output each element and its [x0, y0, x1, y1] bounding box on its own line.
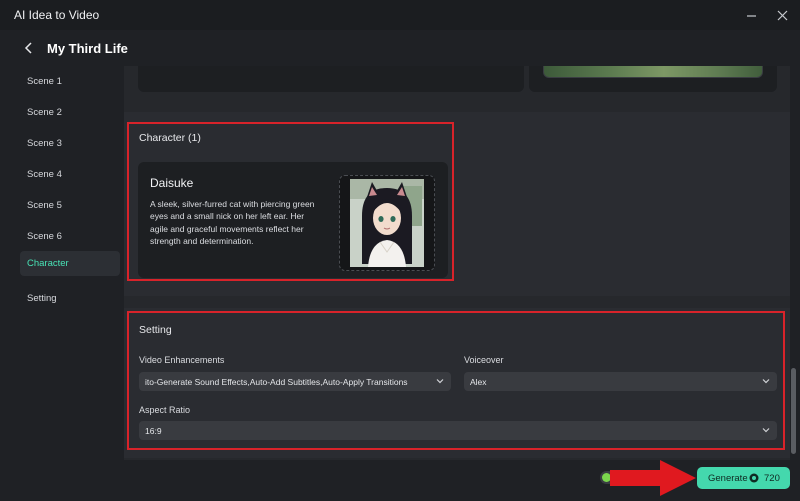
aspect-ratio-label: Aspect Ratio	[139, 405, 191, 415]
minimize-icon[interactable]	[741, 5, 761, 25]
voiceover-label: Voiceover	[464, 355, 504, 365]
red-arrow-annotation	[610, 460, 696, 496]
character-name: Daisuke	[150, 176, 194, 190]
sidebar-item-scene-5[interactable]: Scene 5	[20, 193, 120, 218]
setting-section-title: Setting	[139, 324, 172, 336]
sidebar-item-scene-3[interactable]: Scene 3	[20, 131, 120, 156]
sidebar-item-scene-2[interactable]: Scene 2	[20, 100, 120, 125]
aspect-ratio-select[interactable]: 16:9	[139, 421, 777, 440]
scene-thumbnail-card	[529, 66, 777, 92]
generate-label: Generate	[708, 473, 748, 484]
sidebar-item-setting[interactable]: Setting	[20, 286, 120, 311]
video-enhancements-label: Video Enhancements	[139, 355, 225, 365]
main-content: Character (1) Daisuke A sleek, silver-fu…	[124, 66, 790, 460]
setting-section: Setting Video Enhancements ito-Generate …	[124, 308, 790, 458]
sidebar-item-character[interactable]: Character	[20, 251, 120, 276]
character-section: Character (1) Daisuke A sleek, silver-fu…	[124, 112, 790, 296]
aspect-ratio-value: 16:9	[145, 426, 162, 436]
voiceover-select[interactable]: Alex	[464, 372, 777, 391]
chevron-down-icon	[435, 376, 445, 386]
back-arrow-icon[interactable]	[22, 41, 36, 55]
sidebar-item-scene-6[interactable]: Scene 6	[20, 224, 120, 249]
sidebar-item-scene-1[interactable]: Scene 1	[20, 69, 120, 94]
voiceover-value: Alex	[470, 377, 487, 387]
sidebar: Scene 1 Scene 2 Scene 3 Scene 4 Scene 5 …	[0, 66, 124, 501]
character-description: A sleek, silver-furred cat with piercing…	[150, 199, 315, 247]
sidebar-item-scene-4[interactable]: Scene 4	[20, 162, 120, 187]
scene-card	[138, 66, 524, 92]
app-title: AI Idea to Video	[14, 8, 100, 22]
close-icon[interactable]	[772, 5, 792, 25]
character-card[interactable]: Daisuke A sleek, silver-furred cat with …	[138, 162, 448, 278]
credit-count: 720	[764, 473, 780, 484]
page-header: My Third Life	[0, 30, 800, 66]
scene-thumbnail-image[interactable]	[543, 66, 763, 78]
title-bar: AI Idea to Video	[0, 0, 800, 30]
chevron-down-icon	[761, 425, 771, 435]
generate-button[interactable]: Generate 720	[697, 467, 790, 489]
credit-coin-icon	[749, 473, 759, 483]
scrollbar[interactable]	[791, 368, 796, 454]
video-enhancements-value: ito-Generate Sound Effects,Auto-Add Subt…	[145, 377, 408, 387]
page-title: My Third Life	[47, 41, 128, 56]
character-portrait-image[interactable]	[339, 175, 435, 271]
chevron-down-icon	[761, 376, 771, 386]
character-section-title: Character (1)	[139, 132, 201, 144]
video-enhancements-select[interactable]: ito-Generate Sound Effects,Auto-Add Subt…	[139, 372, 451, 391]
